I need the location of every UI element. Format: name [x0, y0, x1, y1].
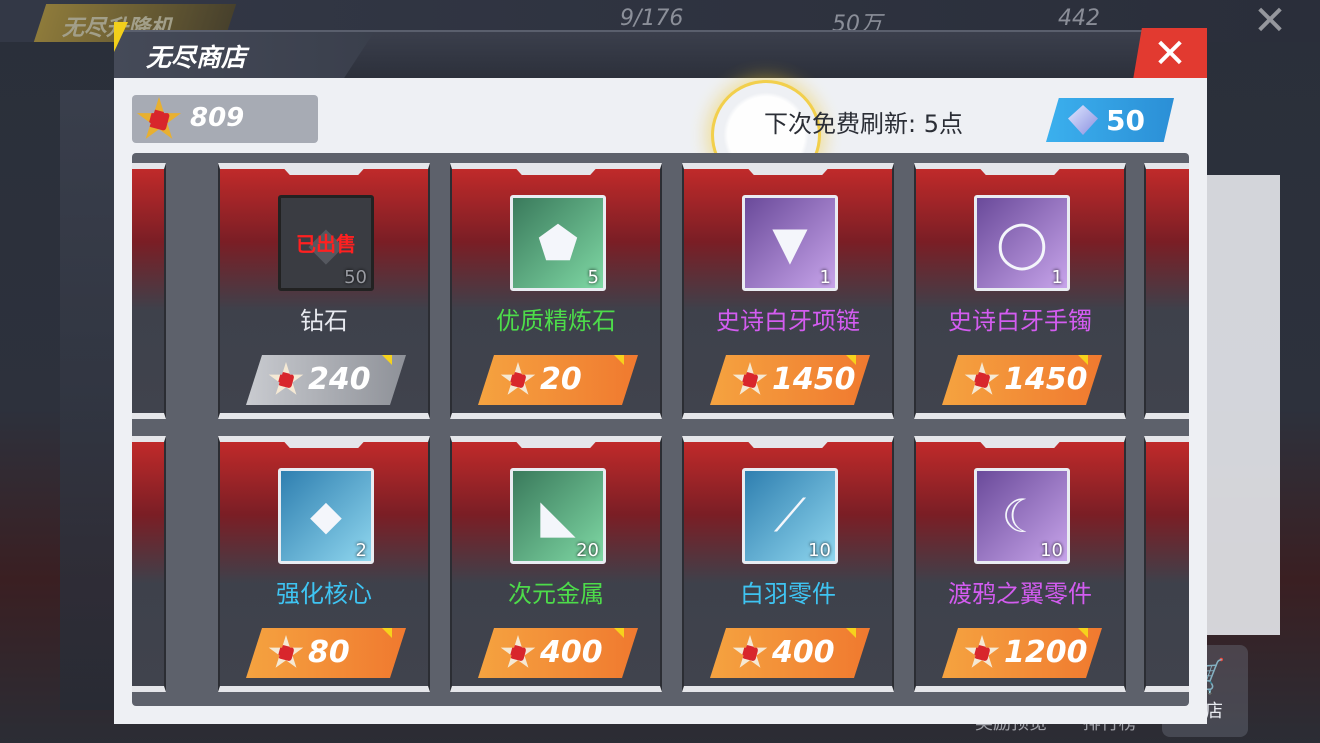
background-pillar — [60, 90, 115, 710]
shop-item-card[interactable]: ⟋ 10 白羽零件 400 — [682, 436, 894, 692]
dialog-title: 无尽商店 — [146, 43, 247, 72]
endless-shop-dialog: 无尽商店 ✕ 809 下次免费刷新: 5点 50 ◆ 已出售 50 钻石 240 ⬟ 5 优质… — [114, 22, 1207, 724]
item-quantity: 5 — [587, 267, 599, 288]
star-coin-icon — [732, 635, 768, 668]
shop-item-card[interactable]: ◆ 已出售 50 钻石 240 — [218, 163, 430, 419]
price-corner-accent — [382, 355, 392, 365]
shop-currency-display: 809 — [132, 95, 318, 143]
currency-amount: 809 — [190, 103, 245, 133]
refresh-cost: 50 — [1106, 104, 1145, 137]
item-icon-frame[interactable]: ☾ 10 — [974, 468, 1070, 564]
item-price: 80 — [308, 635, 350, 670]
shop-item-card[interactable]: ☾ 10 渡鸦之翼零件 1200 — [914, 436, 1126, 692]
item-quantity: 20 — [576, 540, 599, 561]
price-corner-accent — [614, 355, 624, 365]
buy-button[interactable]: 80 — [246, 628, 406, 678]
star-coin-icon — [500, 362, 536, 395]
item-name: 史诗白牙手镯 — [948, 307, 1092, 335]
close-button[interactable]: ✕ — [1133, 28, 1207, 80]
item-name: 白羽零件 — [740, 580, 836, 608]
sold-out-label: 已出售 — [296, 232, 356, 256]
item-quantity: 2 — [355, 540, 367, 561]
buy-button[interactable]: 1450 — [942, 355, 1102, 405]
price-corner-accent — [846, 628, 856, 638]
card-top-tab — [511, 163, 601, 175]
item-quantity: 1 — [1051, 267, 1063, 288]
price-corner-accent — [382, 628, 392, 638]
shop-item-card[interactable]: ⬟ 5 优质精炼石 20 — [450, 163, 662, 419]
shop-item-card-partial — [1144, 163, 1189, 419]
buy-button[interactable]: 400 — [478, 628, 638, 678]
star-coin-icon — [500, 635, 536, 668]
item-price: 20 — [540, 362, 582, 397]
item-price: 1450 — [772, 362, 856, 397]
star-coin-icon — [964, 362, 1000, 395]
star-coin-icon — [732, 362, 768, 395]
buy-button[interactable]: 1200 — [942, 628, 1102, 678]
card-top-tab — [743, 163, 833, 175]
item-name: 渡鸦之翼零件 — [948, 580, 1092, 608]
buy-button[interactable]: 1450 — [710, 355, 870, 405]
item-price: 400 — [772, 635, 835, 670]
hud-close-icon[interactable]: ✕ — [1230, 0, 1310, 42]
card-top-tab — [975, 436, 1065, 448]
item-name: 强化核心 — [276, 580, 372, 608]
shop-item-card[interactable]: ▼ 1 史诗白牙项链 1450 — [682, 163, 894, 419]
dialog-header: 无尽商店 ✕ — [114, 22, 1207, 80]
buy-button: 240 — [246, 355, 406, 405]
item-icon-frame[interactable]: ◣ 20 — [510, 468, 606, 564]
item-icon-frame[interactable]: ◯ 1 — [974, 195, 1070, 291]
item-name: 优质精炼石 — [496, 307, 616, 335]
item-price: 1450 — [1004, 362, 1088, 397]
item-price: 400 — [540, 635, 603, 670]
item-quantity: 50 — [344, 267, 367, 288]
price-corner-accent — [614, 628, 624, 638]
item-quantity: 1 — [819, 267, 831, 288]
dialog-body: 809 下次免费刷新: 5点 50 ◆ 已出售 50 钻石 240 ⬟ 5 优质精炼石 20 ▼ 1… — [114, 78, 1207, 724]
buy-button[interactable]: 400 — [710, 628, 870, 678]
item-name: 史诗白牙项链 — [716, 307, 860, 335]
item-name: 次元金属 — [508, 580, 604, 608]
background-panel — [1200, 175, 1280, 635]
shop-item-card[interactable]: ⬥ 2 强化核心 80 — [218, 436, 430, 692]
refresh-button[interactable]: 50 — [1046, 98, 1174, 142]
item-icon-frame[interactable]: ◆ 已出售 50 — [278, 195, 374, 291]
card-top-tab — [975, 163, 1065, 175]
shop-item-card-partial — [1144, 436, 1189, 692]
shop-item-card[interactable]: ◣ 20 次元金属 400 — [450, 436, 662, 692]
buy-button[interactable]: 20 — [478, 355, 638, 405]
shop-item-card-partial — [132, 163, 166, 419]
card-top-tab — [511, 436, 601, 448]
diamond-icon — [1068, 105, 1098, 135]
star-coin-icon — [136, 97, 182, 139]
free-refresh-timer: 下次免费刷新: 5点 — [764, 110, 963, 138]
shop-item-card[interactable]: ◯ 1 史诗白牙手镯 1450 — [914, 163, 1126, 419]
item-price: 1200 — [1004, 635, 1088, 670]
shop-item-card-partial — [132, 436, 166, 692]
star-coin-icon — [964, 635, 1000, 668]
item-name: 钻石 — [300, 307, 348, 335]
item-icon-frame[interactable]: ⬥ 2 — [278, 468, 374, 564]
card-top-tab — [279, 436, 369, 448]
item-icon-frame[interactable]: ⬟ 5 — [510, 195, 606, 291]
shop-item-grid[interactable]: ◆ 已出售 50 钻石 240 ⬟ 5 优质精炼石 20 ▼ 1 史诗白牙项链 1450 ◯ 1 史诗白牙手镯… — [132, 153, 1189, 706]
card-top-tab — [279, 163, 369, 175]
star-coin-icon — [268, 635, 304, 668]
item-price: 240 — [308, 362, 371, 397]
card-top-tab — [743, 436, 833, 448]
star-coin-icon — [268, 362, 304, 395]
item-icon-frame[interactable]: ⟋ 10 — [742, 468, 838, 564]
item-quantity: 10 — [808, 540, 831, 561]
item-icon-frame[interactable]: ▼ 1 — [742, 195, 838, 291]
item-quantity: 10 — [1040, 540, 1063, 561]
